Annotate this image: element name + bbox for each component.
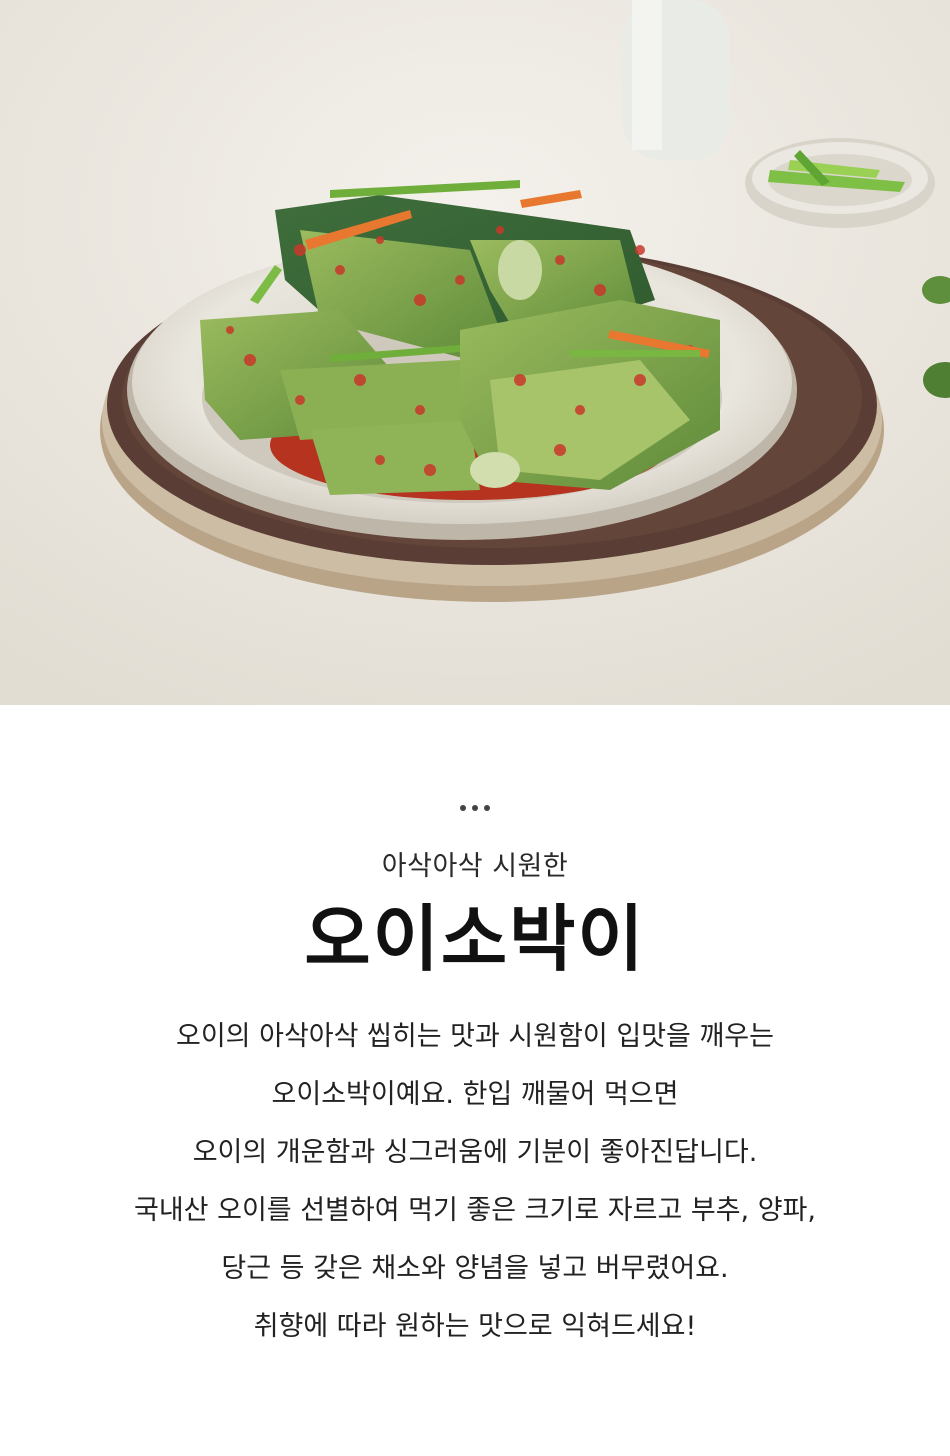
description-line: 국내산 오이를 선별하여 먹기 좋은 크기로 자르고 부추, 양파,	[134, 1195, 816, 1226]
dot	[472, 805, 478, 811]
dot	[460, 805, 466, 811]
description-section: 아삭아삭 시원한 오이소박이 오이의 아삭아삭 씹히는 맛과 시원함이 입맛을 …	[0, 705, 950, 1456]
description-line: 오이의 개운함과 싱그러움에 기분이 좋아진답니다.	[192, 1137, 758, 1168]
hero-image	[0, 0, 950, 705]
ellipsis-icon	[0, 805, 950, 811]
subtitle: 아삭아삭 시원한	[381, 851, 569, 882]
description-line: 오이의 아삭아삭 씹히는 맛과 시원함이 입맛을 깨우는	[176, 1021, 774, 1052]
oi-sobagi-photo	[0, 0, 950, 705]
product-description: 오이의 아삭아삭 씹히는 맛과 시원함이 입맛을 깨우는 오이소박이예요. 한입…	[0, 1008, 950, 1356]
description-line: 당근 등 갖은 채소와 양념을 넣고 버무렸어요.	[221, 1253, 729, 1284]
description-line: 취향에 따라 원하는 맛으로 익혀드세요!	[253, 1311, 697, 1342]
dot	[484, 805, 490, 811]
product-title: 오이소박이	[304, 897, 646, 981]
description-line: 오이소박이예요. 한입 깨물어 먹으면	[271, 1079, 679, 1110]
